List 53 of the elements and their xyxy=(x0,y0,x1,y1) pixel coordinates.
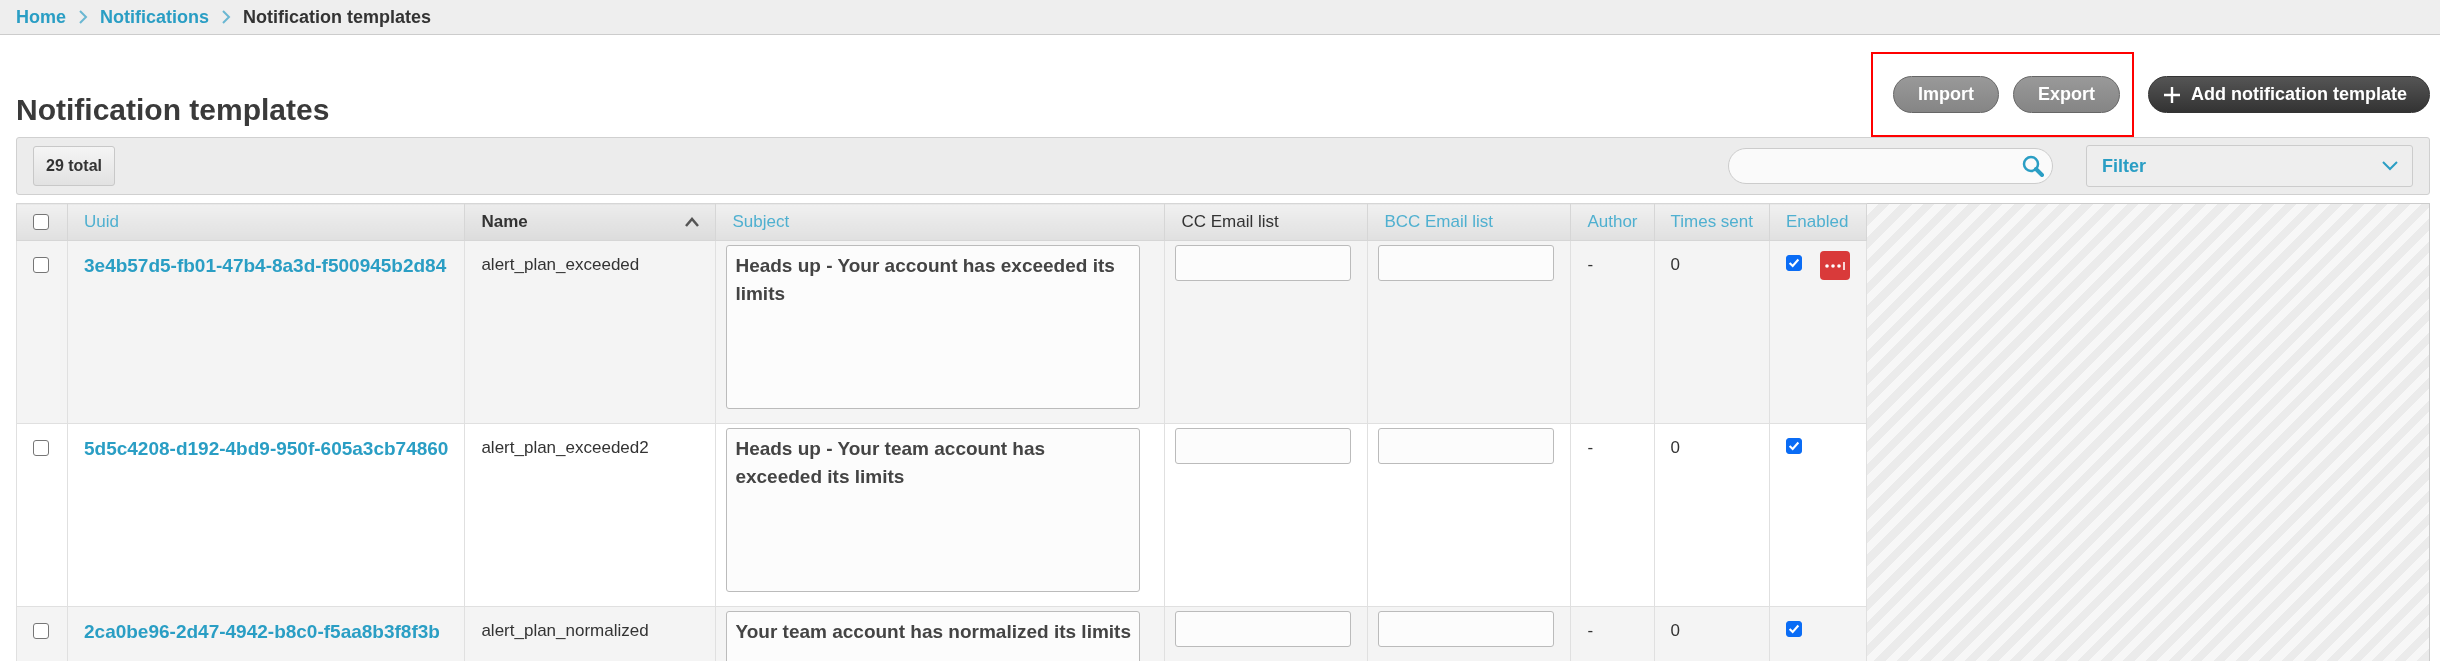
enabled-checkbox[interactable] xyxy=(1786,255,1802,271)
more-actions-button[interactable] xyxy=(1820,251,1850,280)
table-cell: - xyxy=(1587,438,1594,457)
add-button[interactable]: Add notification template xyxy=(2148,76,2430,113)
select-all-checkbox[interactable] xyxy=(33,214,49,230)
column-header[interactable]: Name xyxy=(464,203,716,241)
plus-icon xyxy=(2163,85,2181,104)
table-cell: alert_plan_normalized xyxy=(481,621,649,640)
bcc-email-field[interactable] xyxy=(1378,245,1555,281)
cc-email-field[interactable] xyxy=(1175,611,1352,647)
uuid-link[interactable]: 5d5c4208-d192-4bd9-950f-605a3cb74860 xyxy=(84,438,449,459)
cc-email-field[interactable] xyxy=(1175,245,1352,281)
column-header[interactable]: Subject xyxy=(715,203,1165,241)
cc-email-field[interactable] xyxy=(1175,428,1352,464)
column-header[interactable]: Enabled xyxy=(1769,203,1867,241)
breadcrumb-link[interactable]: Notifications xyxy=(100,6,210,28)
table-cell: 0 xyxy=(1670,255,1680,274)
action-button[interactable]: Export xyxy=(2013,76,2120,113)
bcc-email-field[interactable] xyxy=(1378,611,1555,647)
column-header[interactable]: Uuid xyxy=(67,203,465,241)
chevron-icon xyxy=(78,10,88,24)
breadcrumb-link[interactable]: Home xyxy=(16,6,66,28)
subject-field[interactable]: Your team account has normalized its limits xyxy=(726,611,1141,661)
enabled-checkbox[interactable] xyxy=(1786,621,1802,637)
table-cell: 0 xyxy=(1670,438,1680,457)
search-field[interactable] xyxy=(1728,148,2053,184)
action-button[interactable]: Import xyxy=(1893,76,1999,113)
column-header[interactable]: Author xyxy=(1570,203,1654,241)
chevron-down-icon xyxy=(2382,161,2398,171)
table-cell: - xyxy=(1587,255,1594,274)
column-header[interactable]: BCC Email list xyxy=(1367,203,1571,241)
search-icon xyxy=(2022,155,2044,177)
table-cell: alert_plan_exceeded xyxy=(481,255,640,274)
enabled-checkbox[interactable] xyxy=(1786,438,1802,454)
bcc-email-field[interactable] xyxy=(1378,428,1555,464)
subject-field[interactable]: Heads up - Your team account has exceeded its limits xyxy=(726,428,1141,592)
filter-dropdown[interactable]: Filter xyxy=(2086,145,2413,187)
total-count: 29 total xyxy=(33,146,115,186)
breadcrumb-current: Notification templates xyxy=(243,6,432,28)
row-checkbox[interactable] xyxy=(33,257,49,273)
uuid-link[interactable]: 3e4b57d5-fb01-47b4-8a3d-f500945b2d84 xyxy=(84,255,447,276)
column-header[interactable]: Times sent xyxy=(1654,203,1770,241)
table-cell: - xyxy=(1587,621,1594,640)
table-cell: alert_plan_exceeded2 xyxy=(481,438,649,457)
table-cell: 0 xyxy=(1670,621,1680,640)
subject-field[interactable]: Heads up - Your account has exceeded its limits xyxy=(726,245,1141,409)
page-title: Notification templates xyxy=(16,93,330,127)
row-checkbox[interactable] xyxy=(33,440,49,456)
row-checkbox[interactable] xyxy=(33,623,49,639)
chevron-icon xyxy=(221,10,232,24)
sort-ascending-icon xyxy=(685,217,700,227)
ellipsis-icon xyxy=(1824,260,1846,271)
column-header: CC Email list xyxy=(1164,203,1368,241)
